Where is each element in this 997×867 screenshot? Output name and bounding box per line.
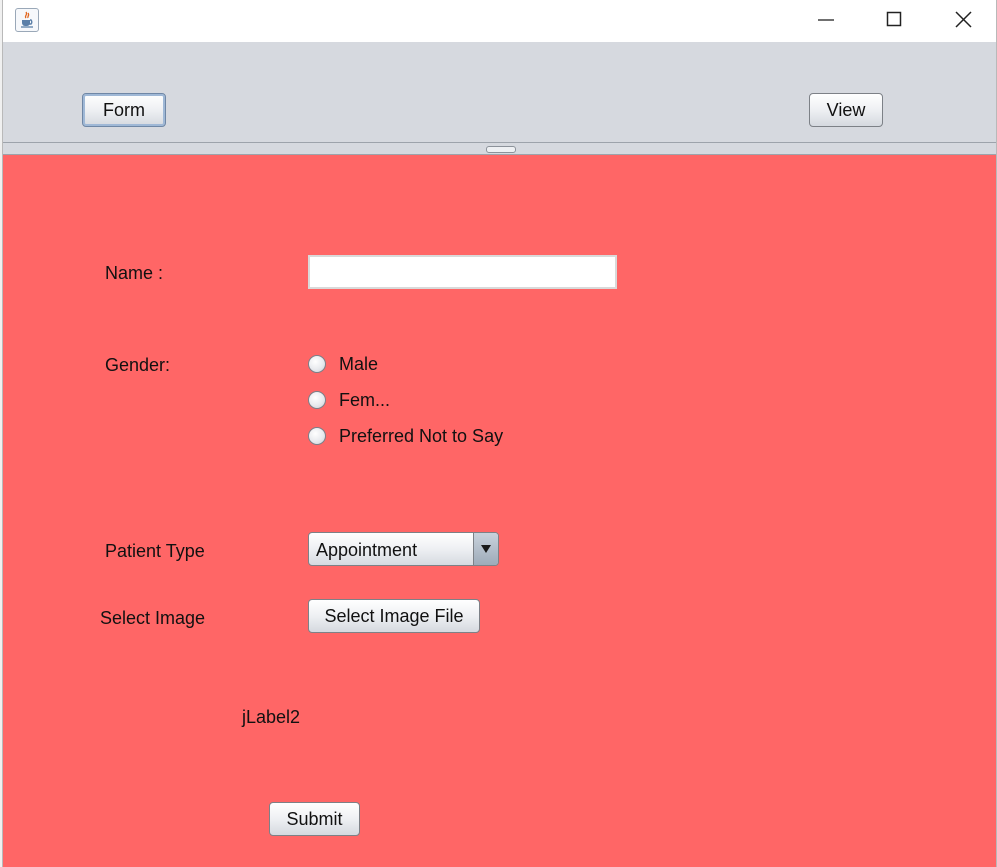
image-preview-label: jLabel2 bbox=[242, 707, 301, 727]
radio-circle-icon[interactable] bbox=[308, 391, 326, 409]
gender-radio-female[interactable]: Fem... bbox=[308, 387, 390, 413]
form-panel: Name : Gender: Male Fem... Preferred Not… bbox=[3, 155, 996, 867]
view-button[interactable]: View bbox=[809, 93, 883, 127]
split-pane-divider[interactable] bbox=[3, 142, 996, 155]
title-bar[interactable] bbox=[3, 0, 996, 42]
patient-type-label: Patient Type bbox=[105, 541, 205, 561]
close-button[interactable] bbox=[928, 0, 996, 42]
select-image-label: Select Image bbox=[100, 608, 206, 628]
minimize-icon bbox=[818, 19, 834, 21]
close-icon bbox=[955, 11, 972, 28]
name-input[interactable] bbox=[308, 255, 617, 289]
submit-button[interactable]: Submit bbox=[269, 802, 360, 836]
maximize-icon bbox=[886, 11, 902, 27]
radio-label: Fem... bbox=[339, 389, 391, 410]
dropdown-arrow-button[interactable] bbox=[473, 533, 498, 565]
radio-label: Preferred Not to Say bbox=[339, 425, 504, 446]
chevron-down-icon bbox=[481, 545, 491, 553]
gender-radio-male[interactable]: Male bbox=[308, 351, 378, 377]
java-app-icon bbox=[15, 8, 39, 32]
radio-circle-icon[interactable] bbox=[308, 427, 326, 445]
app-window: Form View Name : Gender: Male Fem... Pre… bbox=[2, 0, 997, 867]
patient-type-select[interactable]: Appointment bbox=[308, 532, 499, 566]
divider-grip-handle[interactable] bbox=[486, 146, 516, 153]
radio-circle-icon[interactable] bbox=[308, 355, 326, 373]
select-image-file-button[interactable]: Select Image File bbox=[308, 599, 480, 633]
radio-label: Male bbox=[339, 353, 379, 374]
patient-type-selected-value: Appointment bbox=[316, 540, 418, 560]
top-toolbar: Form View bbox=[3, 42, 996, 142]
name-label: Name : bbox=[105, 263, 164, 283]
gender-label: Gender: bbox=[105, 355, 171, 375]
gender-radio-not-say[interactable]: Preferred Not to Say bbox=[308, 423, 503, 449]
form-button[interactable]: Form bbox=[82, 93, 166, 127]
minimize-button[interactable] bbox=[788, 0, 858, 42]
maximize-button[interactable] bbox=[858, 0, 928, 42]
